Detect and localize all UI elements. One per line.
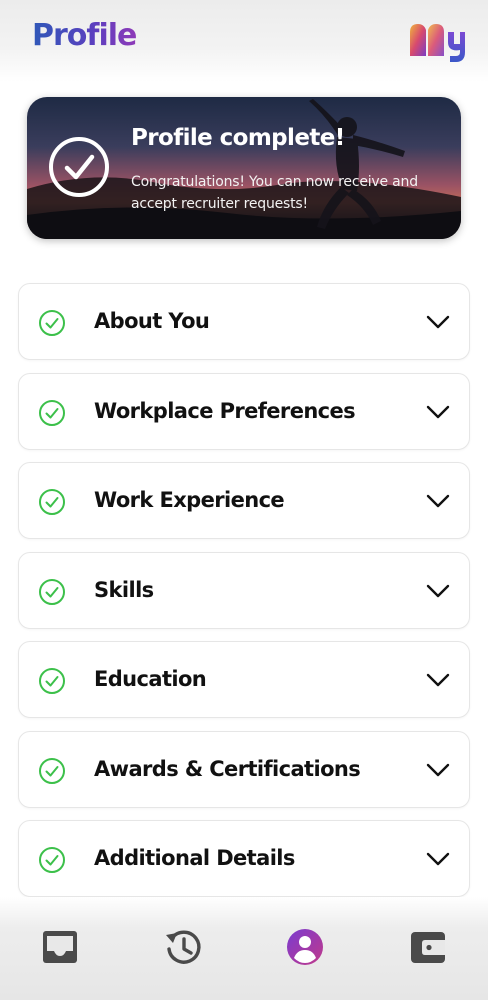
chevron-down-icon[interactable] bbox=[425, 490, 451, 512]
section-education[interactable]: Education bbox=[18, 641, 470, 718]
section-label: About You bbox=[94, 309, 210, 333]
section-label: Additional Details bbox=[94, 846, 295, 870]
page-title: Profile bbox=[32, 18, 137, 53]
chevron-down-icon[interactable] bbox=[425, 848, 451, 870]
check-circle-icon bbox=[39, 310, 65, 336]
chevron-down-icon[interactable] bbox=[425, 401, 451, 423]
section-label: Education bbox=[94, 667, 207, 691]
check-circle-icon bbox=[39, 668, 65, 694]
wallet-icon[interactable] bbox=[408, 927, 448, 967]
chevron-down-icon[interactable] bbox=[425, 311, 451, 333]
check-circle-icon bbox=[39, 757, 65, 784]
section-work-experience[interactable]: Work Experience bbox=[18, 462, 470, 539]
app-header: Profile bbox=[0, 0, 488, 82]
inbox-icon[interactable] bbox=[40, 927, 80, 967]
profile-icon[interactable] bbox=[285, 927, 325, 967]
section-label: Skills bbox=[94, 577, 154, 602]
brand-logo-icon[interactable] bbox=[408, 22, 466, 62]
banner-title: Profile complete! bbox=[131, 125, 345, 151]
section-label: Work Experience bbox=[94, 488, 285, 512]
chevron-down-icon[interactable] bbox=[425, 759, 451, 781]
chevron-down-icon[interactable] bbox=[425, 669, 451, 691]
section-awards-certifications[interactable]: Awards & Certifications bbox=[18, 730, 470, 808]
check-circle-icon bbox=[39, 399, 65, 426]
section-skills[interactable]: Skills bbox=[18, 551, 470, 629]
section-workplace-preferences[interactable]: Workplace Preferences bbox=[18, 372, 470, 450]
check-circle-icon bbox=[39, 847, 65, 873]
check-circle-icon bbox=[49, 137, 109, 197]
check-circle-icon bbox=[39, 578, 65, 605]
check-circle-icon bbox=[39, 489, 65, 515]
chevron-down-icon[interactable] bbox=[425, 580, 451, 602]
banner-message: Congratulations! You can now receive and… bbox=[131, 174, 418, 212]
bottom-navigation-bar bbox=[0, 897, 488, 1000]
section-label: Workplace Preferences bbox=[94, 398, 356, 423]
section-label: Awards & Certifications bbox=[94, 756, 361, 781]
section-about-you[interactable]: About You bbox=[18, 283, 470, 360]
history-icon[interactable] bbox=[163, 927, 203, 967]
section-additional-details[interactable]: Additional Details bbox=[18, 820, 470, 897]
profile-complete-banner: Profile complete! Congratulations! You c… bbox=[27, 97, 461, 239]
